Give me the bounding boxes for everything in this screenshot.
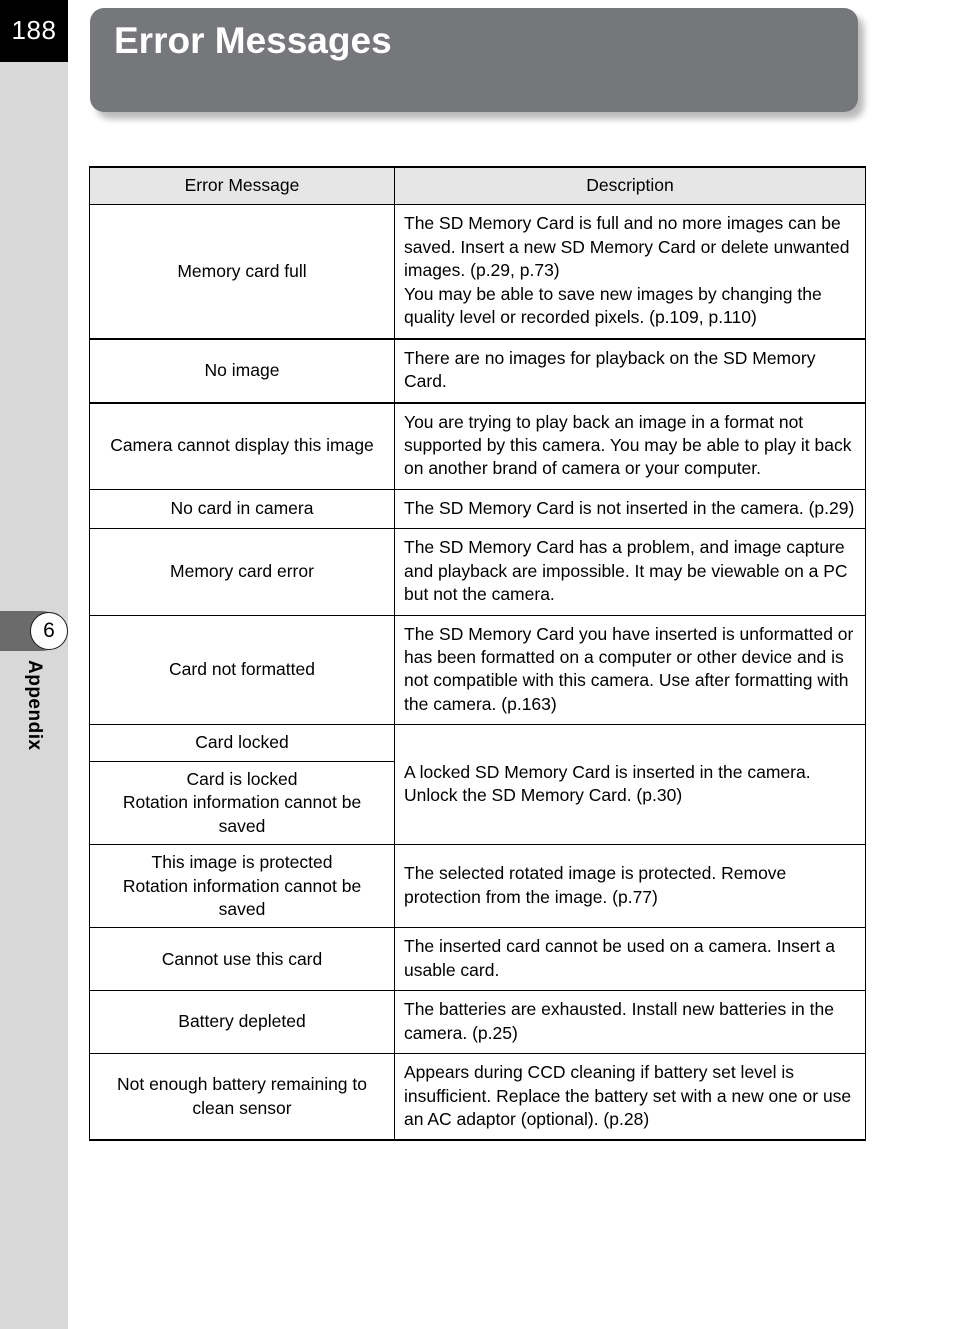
cell-error-message: Not enough battery remaining to clean se… (89, 1053, 395, 1142)
cell-description: There are no images for playback on the … (394, 337, 866, 403)
cell-description: Appears during CCD cleaning if battery s… (394, 1053, 866, 1142)
table-row: Battery depleted The batteries are exhaus… (89, 990, 866, 1055)
cell-description: The SD Memory Card is not inserted in th… (394, 488, 866, 530)
cell-error-message: No card in camera (89, 488, 395, 530)
table-row: No card in camera The SD Memory Card is n… (89, 488, 866, 530)
cell-description: The SD Memory Card has a problem, and im… (394, 528, 866, 616)
table-row: No image There are no images for playback… (89, 337, 866, 403)
page-number: 188 (11, 15, 57, 45)
column-header-error-message: Error Message (89, 166, 395, 206)
cell-error-message: Card is locked Rotation information canno… (89, 760, 395, 846)
cell-error-message: Memory card full (89, 204, 395, 340)
table-header-row: Error Message Description (89, 166, 866, 206)
cell-description: The batteries are exhausted. Install new… (394, 990, 866, 1055)
cell-error-message: Battery depleted (89, 990, 395, 1055)
table-row: This image is protected Rotation informat… (89, 844, 866, 929)
cell-description: The SD Memory Card is full and no more i… (394, 204, 866, 340)
page-title: Error Messages (114, 20, 392, 61)
chapter-number: 6 (43, 618, 55, 642)
cell-description: A locked SD Memory Card is inserted in t… (394, 724, 866, 846)
cell-description: The SD Memory Card you have inserted is … (394, 614, 866, 726)
cell-error-message: Cannot use this card (89, 927, 395, 992)
error-messages-table: Error Message Description Memory card fu… (89, 166, 866, 1142)
cell-description: You are trying to play back an image in … (394, 401, 866, 490)
table-row: Cannot use this card The inserted card ca… (89, 927, 866, 992)
table-row: Not enough battery remaining to clean se… (89, 1053, 866, 1142)
column-header-description: Description (394, 166, 866, 206)
cell-error-message: Card not formatted (89, 614, 395, 726)
table-body: Memory card full The SD Memory Card is fu… (89, 204, 866, 1142)
page-number-box: 188 (0, 0, 68, 62)
cell-error-message: Card locked (89, 724, 395, 762)
cell-error-message: This image is protected Rotation informat… (89, 844, 395, 929)
table-row: Memory card full The SD Memory Card is fu… (89, 204, 866, 340)
chapter-number-badge: 6 (30, 612, 68, 650)
chapter-label-vertical: Appendix (0, 660, 68, 800)
table-row: Camera cannot display this image You are … (89, 401, 866, 490)
cell-description: The selected rotated image is protected.… (394, 844, 866, 929)
table-row: Memory card error The SD Memory Card has … (89, 528, 866, 616)
cell-error-message: No image (89, 337, 395, 403)
table-row: Card not formatted The SD Memory Card you… (89, 614, 866, 726)
cell-error-message: Camera cannot display this image (89, 401, 395, 490)
chapter-label-text: Appendix (24, 660, 45, 751)
page-title-banner: Error Messages (90, 8, 858, 112)
cell-error-message: Memory card error (89, 528, 395, 616)
table-row: Card locked A locked SD Memory Card is in… (89, 724, 866, 846)
cell-description: The inserted card cannot be used on a ca… (394, 927, 866, 992)
